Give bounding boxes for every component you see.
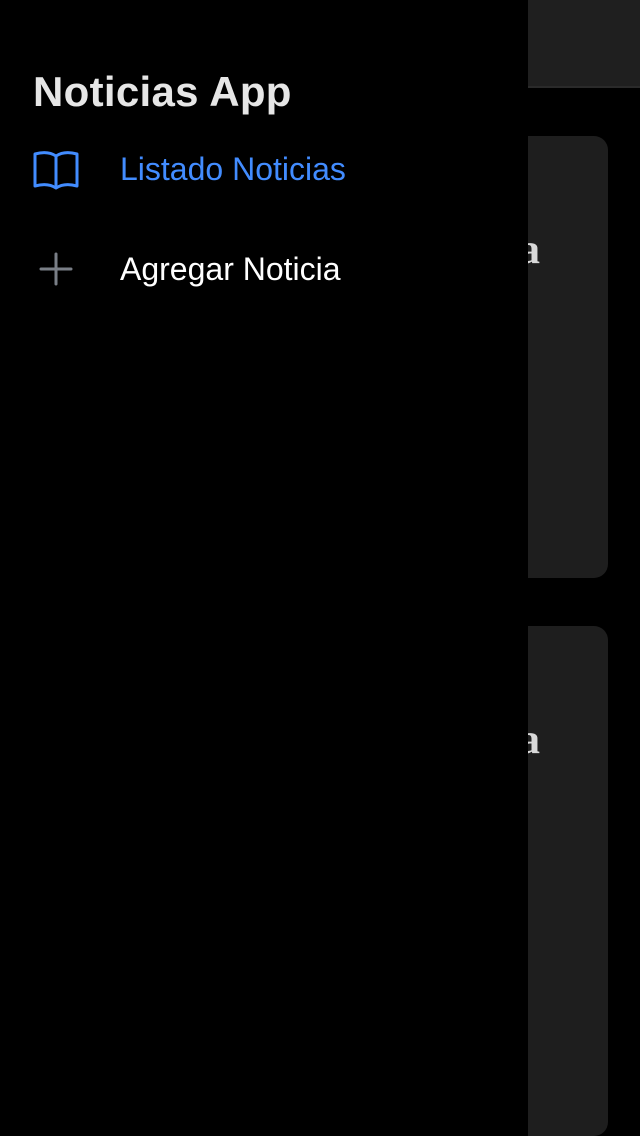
menu-item-agregar-noticia[interactable]: Agregar Noticia: [0, 229, 528, 309]
menu-item-listado-noticias[interactable]: Listado Noticias: [0, 129, 528, 209]
menu-item-label: Listado Noticias: [120, 150, 346, 187]
book-outline-icon: [32, 145, 80, 193]
menu-item-label: Agregar Noticia: [120, 250, 341, 287]
add-icon: [32, 245, 80, 293]
menu-title: Noticias App: [33, 68, 292, 115]
side-menu: Noticias App Listado Noticias Agregar No…: [0, 0, 528, 1136]
app-viewport: a a Noticias App Listado Noticias Agrega…: [0, 0, 640, 1136]
